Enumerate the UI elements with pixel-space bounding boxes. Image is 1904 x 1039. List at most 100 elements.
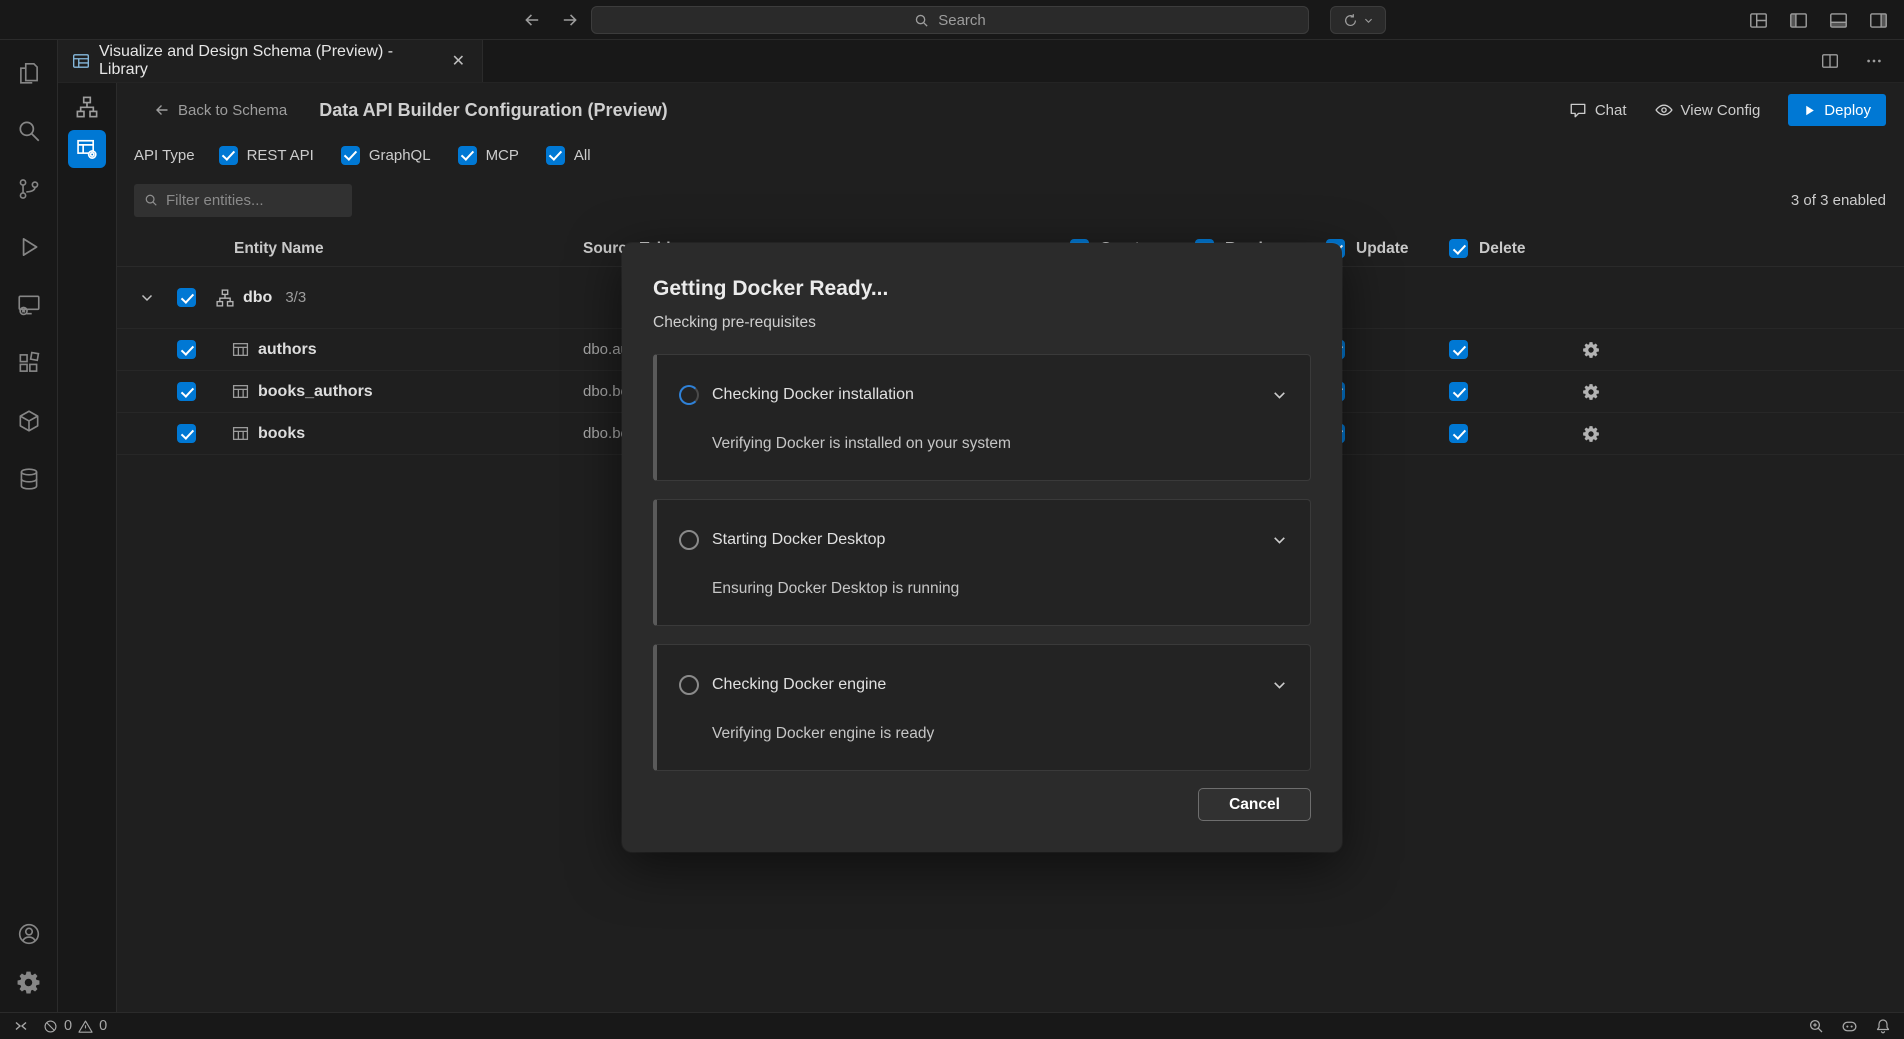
tab-bar: Visualize and Design Schema (Preview) - … — [58, 40, 1904, 83]
notifications-bell-icon[interactable] — [1875, 1018, 1891, 1034]
accounts-icon[interactable] — [5, 910, 53, 958]
view-config-label: View Config — [1681, 102, 1761, 119]
tab-bar-actions — [1816, 40, 1904, 82]
row-checkbox[interactable] — [177, 424, 196, 443]
deploy-label: Deploy — [1824, 102, 1871, 119]
entity-name-cell: books — [117, 424, 583, 443]
toggle-panel-button[interactable] — [1824, 6, 1852, 34]
group-checkbox[interactable] — [177, 288, 196, 307]
back-button[interactable] — [518, 6, 546, 34]
group-name: dbo — [243, 289, 272, 307]
back-to-schema-link[interactable]: Back to Schema — [154, 102, 287, 119]
filter-rest-api[interactable]: REST API — [219, 146, 314, 165]
page-actions: Chat View Config Deploy — [1569, 94, 1886, 126]
arrow-left-icon — [154, 102, 170, 118]
search-icon — [144, 193, 158, 207]
entity-settings-gear-icon[interactable] — [1579, 380, 1603, 404]
entity-name-cell: books_authors — [117, 382, 583, 401]
chevron-down-icon[interactable] — [1271, 677, 1288, 694]
delete-checkbox[interactable] — [1449, 382, 1468, 401]
more-actions-icon[interactable] — [1860, 47, 1888, 75]
entity-settings-gear-icon[interactable] — [1579, 338, 1603, 362]
update-cell — [1326, 382, 1449, 401]
row-checkbox[interactable] — [177, 382, 196, 401]
delete-checkbox[interactable] — [1449, 340, 1468, 359]
errors-count: 0 — [64, 1018, 72, 1034]
entity-filter-field[interactable] — [134, 184, 352, 217]
remote-explorer-icon[interactable] — [5, 276, 53, 334]
api-type-label: API Type — [134, 147, 195, 164]
delete-label: Delete — [1479, 240, 1526, 258]
row-checkbox[interactable] — [177, 340, 196, 359]
containers-icon[interactable] — [5, 392, 53, 450]
arrow-left-icon — [523, 11, 541, 29]
titlebar: Search — [0, 0, 1904, 40]
rest-api-label: REST API — [247, 147, 314, 164]
enabled-summary: 3 of 3 enabled — [1791, 192, 1886, 209]
toggle-secondary-sidebar-button[interactable] — [1864, 6, 1892, 34]
step-docker-engine: Checking Docker engine Verifying Docker … — [653, 644, 1311, 771]
tab-visualize-schema[interactable]: Visualize and Design Schema (Preview) - … — [58, 40, 483, 82]
source-control-icon[interactable] — [5, 160, 53, 218]
dialog-subtitle: Checking pre-requisites — [653, 314, 1311, 332]
step-label: Starting Docker Desktop — [712, 531, 885, 549]
entity-filter-input[interactable] — [166, 192, 365, 209]
search-sidebar-icon[interactable] — [5, 102, 53, 160]
forward-button[interactable] — [556, 6, 584, 34]
search-box[interactable]: Search — [591, 6, 1309, 34]
filter-graphql[interactable]: GraphQL — [341, 146, 431, 165]
explorer-icon[interactable] — [5, 44, 53, 102]
arrow-right-icon — [561, 11, 579, 29]
toggle-primary-sidebar-button[interactable] — [1784, 6, 1812, 34]
page-header: Back to Schema Data API Builder Configur… — [117, 83, 1904, 137]
entity-settings-gear-icon[interactable] — [1579, 422, 1603, 446]
rest-api-checkbox[interactable] — [219, 146, 238, 165]
all-checkbox[interactable] — [546, 146, 565, 165]
remote-indicator[interactable] — [13, 1018, 29, 1034]
graphql-checkbox[interactable] — [341, 146, 360, 165]
delete-checkbox[interactable] — [1449, 424, 1468, 443]
chat-label: Chat — [1595, 102, 1627, 119]
chat-button[interactable]: Chat — [1569, 101, 1627, 119]
copilot-icon[interactable] — [1841, 1018, 1858, 1035]
extensions-icon[interactable] — [5, 334, 53, 392]
warnings-icon — [78, 1019, 93, 1034]
entity-name: books_authors — [258, 383, 373, 401]
designer-view-rail — [58, 83, 117, 1012]
tab-close-icon[interactable]: ✕ — [447, 49, 470, 73]
filter-all[interactable]: All — [546, 146, 591, 165]
actions-cell — [1579, 338, 1904, 362]
zoom-icon[interactable] — [1808, 1018, 1824, 1034]
filter-mcp[interactable]: MCP — [458, 146, 519, 165]
delete-all-checkbox[interactable] — [1449, 239, 1468, 258]
status-bar: 0 0 — [0, 1012, 1904, 1039]
actions-cell — [1579, 422, 1904, 446]
dialog-title: Getting Docker Ready... — [653, 277, 1311, 301]
database-icon[interactable] — [5, 450, 53, 508]
mcp-checkbox[interactable] — [458, 146, 477, 165]
step-header: Starting Docker Desktop — [679, 530, 1288, 550]
update-cell — [1326, 424, 1449, 443]
collapse-chevron-icon[interactable] — [139, 290, 159, 306]
column-delete: Delete — [1449, 239, 1579, 258]
update-label: Update — [1356, 240, 1409, 258]
docker-ready-dialog: Getting Docker Ready... Checking pre-req… — [622, 243, 1342, 852]
cancel-button[interactable]: Cancel — [1198, 788, 1311, 821]
chevron-down-icon[interactable] — [1271, 532, 1288, 549]
command-center-dropdown[interactable] — [1330, 6, 1386, 34]
chevron-down-icon[interactable] — [1271, 387, 1288, 404]
dab-config-icon[interactable] — [68, 130, 106, 168]
entity-name-cell: authors — [117, 340, 583, 359]
view-config-button[interactable]: View Config — [1655, 101, 1761, 119]
problems-indicator[interactable]: 0 0 — [43, 1018, 107, 1034]
chat-icon — [1569, 101, 1587, 119]
deploy-button[interactable]: Deploy — [1788, 94, 1886, 126]
run-debug-icon[interactable] — [5, 218, 53, 276]
customize-layout-button[interactable] — [1744, 6, 1772, 34]
group-count: 3/3 — [285, 289, 306, 306]
schema-visualize-icon[interactable] — [68, 88, 106, 126]
settings-gear-icon[interactable] — [5, 958, 53, 1006]
table-icon — [232, 425, 249, 442]
search-placeholder: Search — [938, 12, 986, 29]
split-editor-icon[interactable] — [1816, 47, 1844, 75]
